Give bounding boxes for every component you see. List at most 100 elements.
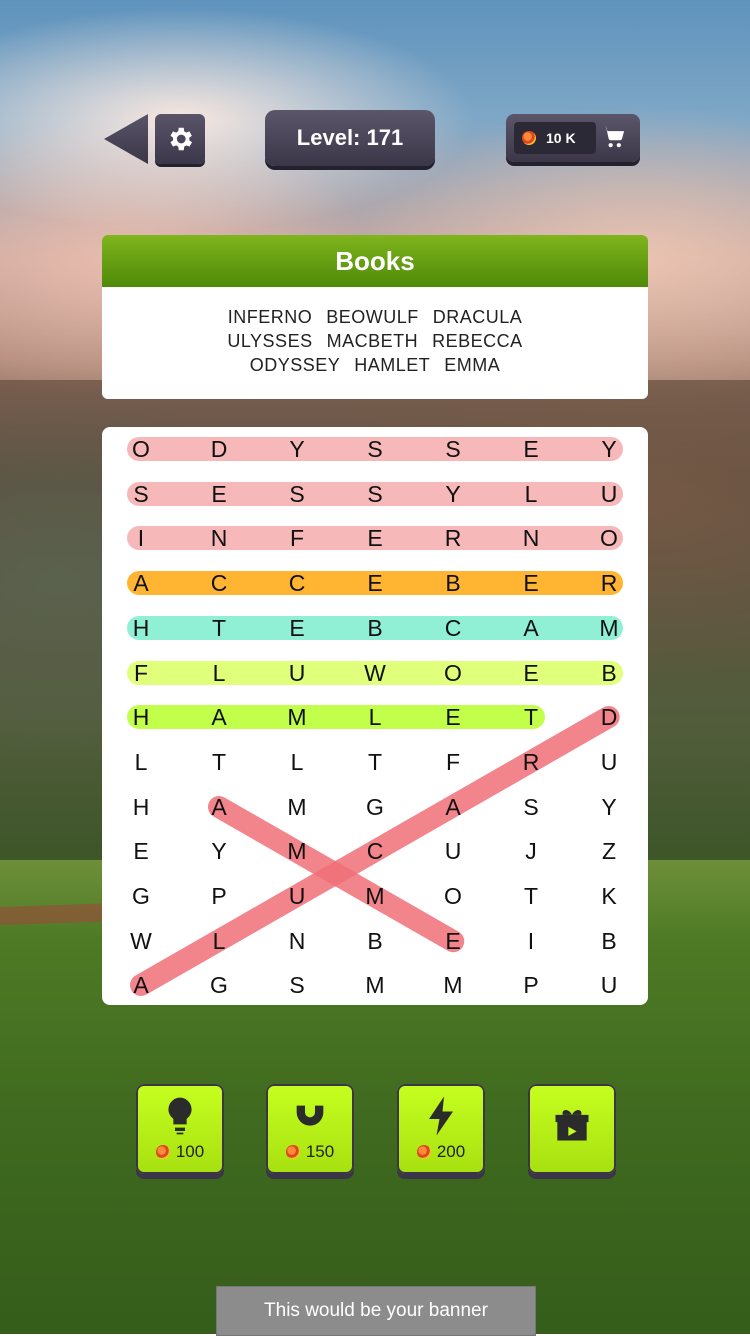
grid-letter[interactable]: F	[433, 747, 473, 777]
coin-count: 10 K	[546, 130, 576, 146]
grid-letter[interactable]: C	[433, 613, 473, 643]
grid-letter[interactable]: S	[277, 970, 317, 1000]
letter-grid[interactable]: ODYSSEYSESSYLUINFERNOACCEBERHTEBCAMFLUWO…	[102, 427, 648, 1005]
grid-letter[interactable]: S	[355, 434, 395, 464]
grid-letter[interactable]: U	[277, 881, 317, 911]
grid-letter[interactable]: S	[121, 479, 161, 509]
grid-letter[interactable]: O	[433, 881, 473, 911]
grid-letter[interactable]: L	[199, 658, 239, 688]
grid-letter[interactable]: Y	[589, 434, 629, 464]
grid-letter[interactable]: S	[433, 434, 473, 464]
grid-letter[interactable]: G	[355, 792, 395, 822]
grid-letter[interactable]: K	[589, 881, 629, 911]
grid-letter[interactable]: U	[589, 479, 629, 509]
grid-letter[interactable]: E	[433, 702, 473, 732]
grid-letter[interactable]: G	[121, 881, 161, 911]
grid-letter[interactable]: B	[355, 613, 395, 643]
grid-letter[interactable]: T	[199, 747, 239, 777]
grid-letter[interactable]: S	[277, 479, 317, 509]
ad-banner[interactable]: This would be your banner	[216, 1286, 536, 1336]
grid-letter[interactable]: M	[277, 702, 317, 732]
grid-letter[interactable]: C	[277, 568, 317, 598]
grid-letter[interactable]: E	[121, 836, 161, 866]
grid-letter[interactable]: M	[433, 970, 473, 1000]
grid-letter[interactable]: T	[511, 702, 551, 732]
grid-letter[interactable]: A	[511, 613, 551, 643]
grid-letter[interactable]: C	[355, 836, 395, 866]
magnet-button[interactable]: 150	[266, 1084, 354, 1174]
grid-letter[interactable]: R	[589, 568, 629, 598]
grid-letter[interactable]: L	[121, 747, 161, 777]
coin-shop-button[interactable]: 10 K	[506, 114, 640, 162]
grid-letter[interactable]: M	[589, 613, 629, 643]
grid-letter[interactable]: C	[199, 568, 239, 598]
grid-letter[interactable]: U	[589, 970, 629, 1000]
grid-letter[interactable]: E	[355, 568, 395, 598]
grid-letter[interactable]: L	[511, 479, 551, 509]
grid-letter[interactable]: B	[589, 658, 629, 688]
grid-letter[interactable]: H	[121, 702, 161, 732]
grid-letter[interactable]: T	[199, 613, 239, 643]
grid-letter[interactable]: N	[511, 523, 551, 553]
grid-letter[interactable]: M	[355, 970, 395, 1000]
grid-letter[interactable]: Y	[199, 836, 239, 866]
free-gift-video-button[interactable]	[528, 1084, 616, 1174]
grid-letter[interactable]: I	[121, 523, 161, 553]
grid-letter[interactable]: D	[589, 702, 629, 732]
grid-letter[interactable]: D	[199, 434, 239, 464]
grid-letter[interactable]: W	[121, 926, 161, 956]
grid-letter[interactable]: J	[511, 836, 551, 866]
grid-letter[interactable]: N	[277, 926, 317, 956]
grid-letter[interactable]: T	[355, 747, 395, 777]
grid-letter[interactable]: T	[511, 881, 551, 911]
grid-letter[interactable]: B	[355, 926, 395, 956]
grid-letter[interactable]: E	[199, 479, 239, 509]
grid-letter[interactable]: Y	[589, 792, 629, 822]
grid-letter[interactable]: M	[355, 881, 395, 911]
grid-letter[interactable]: O	[589, 523, 629, 553]
grid-letter[interactable]: U	[589, 747, 629, 777]
grid-letter[interactable]: A	[199, 702, 239, 732]
grid-letter[interactable]: A	[121, 568, 161, 598]
grid-letter[interactable]: Y	[433, 479, 473, 509]
grid-letter[interactable]: E	[511, 658, 551, 688]
lightning-button[interactable]: 200	[397, 1084, 485, 1174]
settings-button[interactable]	[155, 114, 205, 164]
grid-letter[interactable]: E	[277, 613, 317, 643]
grid-letter[interactable]: L	[277, 747, 317, 777]
grid-letter[interactable]: Z	[589, 836, 629, 866]
grid-letter[interactable]: S	[355, 479, 395, 509]
grid-letter[interactable]: M	[277, 836, 317, 866]
grid-letter[interactable]: S	[511, 792, 551, 822]
grid-letter[interactable]: B	[589, 926, 629, 956]
grid-letter[interactable]: A	[433, 792, 473, 822]
grid-letter[interactable]: Y	[277, 434, 317, 464]
grid-letter[interactable]: O	[433, 658, 473, 688]
grid-letter[interactable]: E	[355, 523, 395, 553]
grid-letter[interactable]: B	[433, 568, 473, 598]
grid-letter[interactable]: E	[433, 926, 473, 956]
grid-letter[interactable]: I	[511, 926, 551, 956]
grid-letter[interactable]: M	[277, 792, 317, 822]
grid-letter[interactable]: A	[121, 970, 161, 1000]
grid-letter[interactable]: A	[199, 792, 239, 822]
grid-letter[interactable]: E	[511, 434, 551, 464]
grid-letter[interactable]: R	[511, 747, 551, 777]
grid-letter[interactable]: H	[121, 613, 161, 643]
grid-letter[interactable]: G	[199, 970, 239, 1000]
grid-letter[interactable]: W	[355, 658, 395, 688]
grid-letter[interactable]: R	[433, 523, 473, 553]
grid-letter[interactable]: L	[355, 702, 395, 732]
grid-letter[interactable]: F	[121, 658, 161, 688]
hint-button[interactable]: 100	[136, 1084, 224, 1174]
grid-letter[interactable]: P	[511, 970, 551, 1000]
grid-letter[interactable]: U	[433, 836, 473, 866]
grid-letter[interactable]: L	[199, 926, 239, 956]
grid-letter[interactable]: O	[121, 434, 161, 464]
grid-letter[interactable]: U	[277, 658, 317, 688]
grid-letter[interactable]: E	[511, 568, 551, 598]
grid-letter[interactable]: N	[199, 523, 239, 553]
grid-letter[interactable]: F	[277, 523, 317, 553]
grid-letter[interactable]: H	[121, 792, 161, 822]
grid-letter[interactable]: P	[199, 881, 239, 911]
